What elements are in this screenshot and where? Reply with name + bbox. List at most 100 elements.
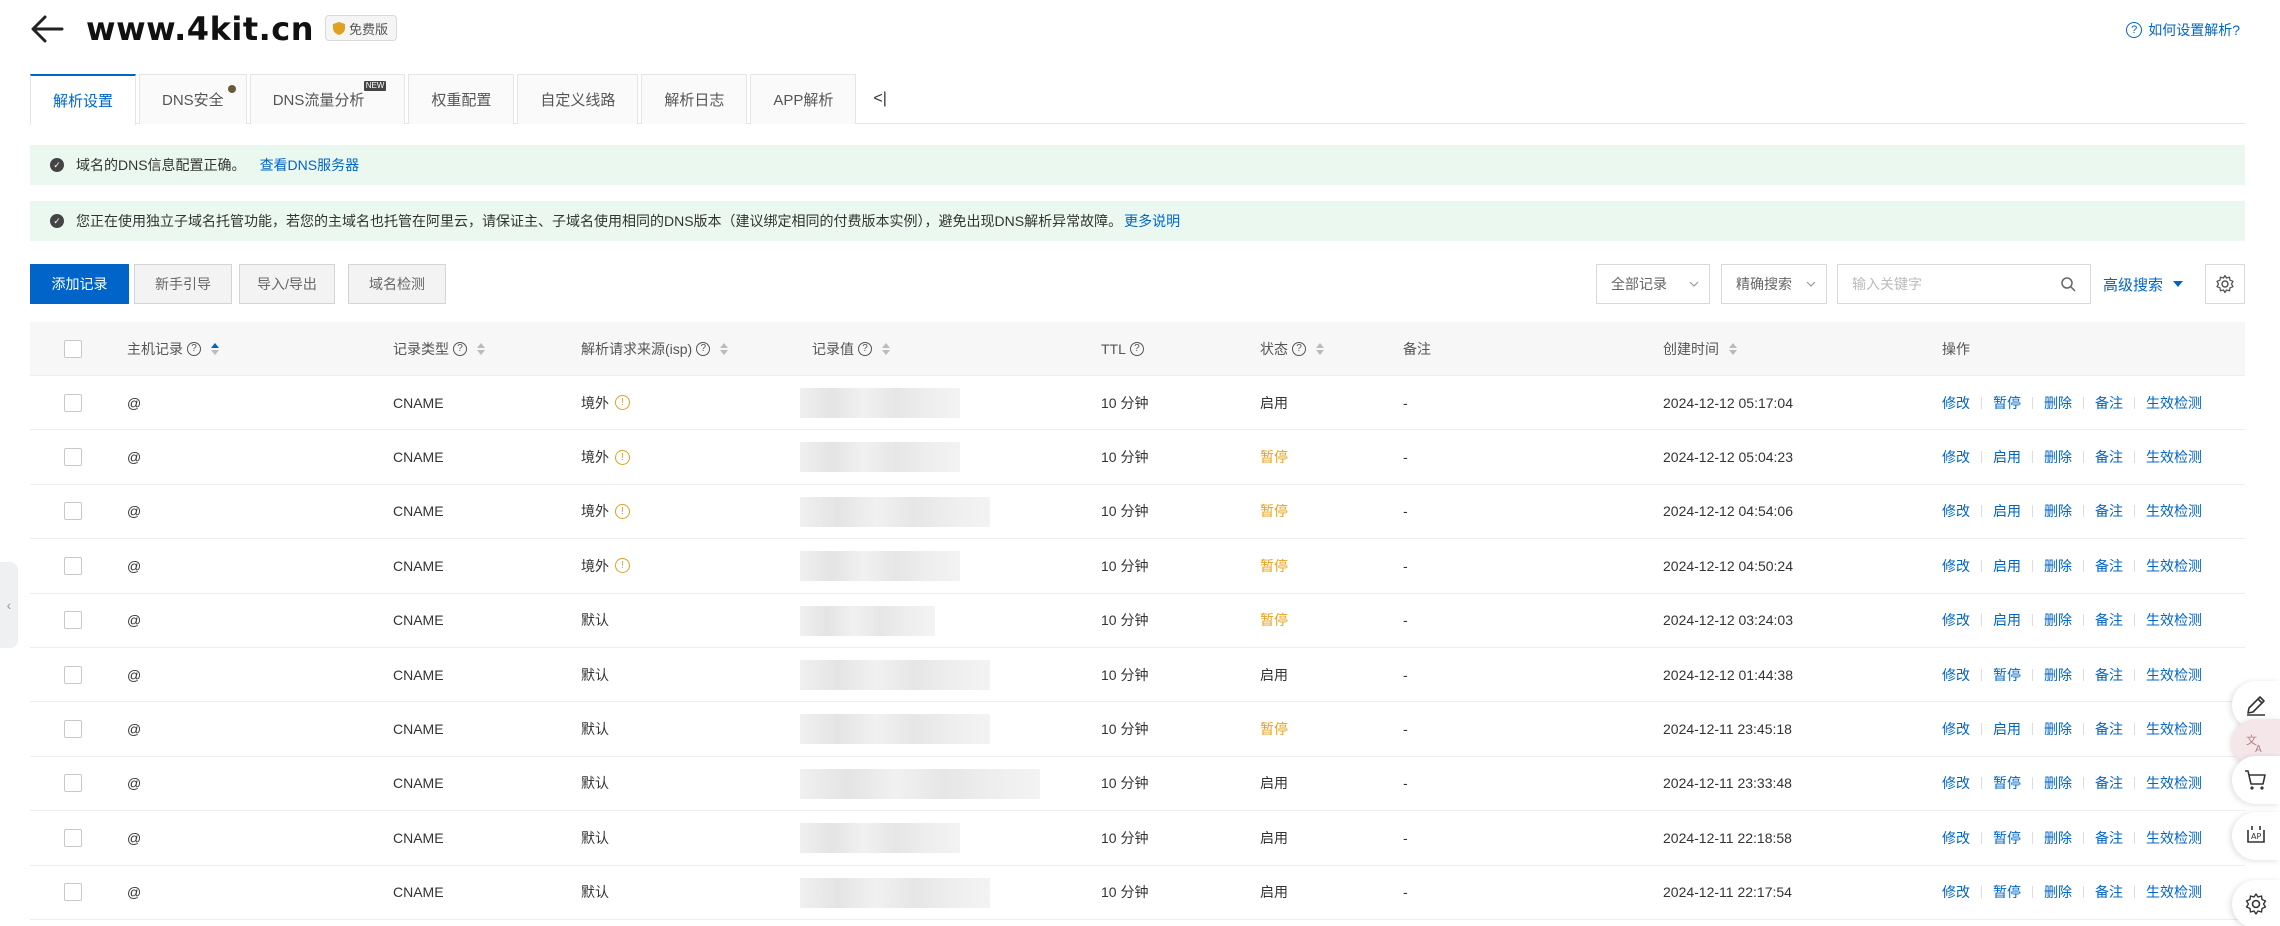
sort-icon[interactable] xyxy=(882,342,890,355)
toggle-status-link[interactable]: 启用 xyxy=(1993,719,2021,739)
remark-link[interactable]: 备注 xyxy=(2095,610,2123,630)
cart-button[interactable] xyxy=(2232,756,2280,804)
verify-link[interactable]: 生效检测 xyxy=(2146,719,2202,739)
toggle-status-link[interactable]: 暂停 xyxy=(1993,828,2021,848)
tab-dns-settings[interactable]: 解析设置 xyxy=(30,74,137,125)
search-mode-select[interactable]: 精确搜索 xyxy=(1721,264,1827,304)
verify-link[interactable]: 生效检测 xyxy=(2146,665,2202,685)
delete-link[interactable]: 删除 xyxy=(2044,719,2072,739)
search-input[interactable] xyxy=(1838,265,2038,303)
sort-icon[interactable] xyxy=(720,342,729,355)
remark-link[interactable]: 备注 xyxy=(2095,719,2123,739)
toggle-status-link[interactable]: 暂停 xyxy=(1993,773,2021,793)
verify-link[interactable]: 生效检测 xyxy=(2146,501,2202,521)
verify-link[interactable]: 生效检测 xyxy=(2146,447,2202,467)
record-filter-select[interactable]: 全部记录 xyxy=(1596,264,1710,304)
verify-link[interactable]: 生效检测 xyxy=(2146,393,2202,413)
edit-link[interactable]: 修改 xyxy=(1942,447,1970,467)
help-link[interactable]: ? 如何设置解析? xyxy=(2126,20,2240,40)
warning-icon[interactable]: ! xyxy=(615,503,630,519)
row-checkbox[interactable] xyxy=(64,502,82,521)
edit-link[interactable]: 修改 xyxy=(1942,393,1970,413)
sort-icon[interactable] xyxy=(211,342,219,355)
warning-icon[interactable]: ! xyxy=(615,449,630,465)
row-checkbox[interactable] xyxy=(64,611,82,630)
ai-assistant-button[interactable]: AP xyxy=(2232,812,2280,860)
search-icon[interactable] xyxy=(2060,276,2076,292)
edit-link[interactable]: 修改 xyxy=(1942,828,1970,848)
row-checkbox[interactable] xyxy=(64,828,82,847)
row-checkbox[interactable] xyxy=(64,448,82,467)
guide-button[interactable]: 新手引导 xyxy=(134,264,232,304)
left-panel-handle[interactable]: ‹ xyxy=(0,562,18,648)
edit-link[interactable]: 修改 xyxy=(1942,719,1970,739)
edit-link[interactable]: 修改 xyxy=(1942,882,1970,902)
tab-dns-security[interactable]: DNS安全 xyxy=(139,74,247,124)
toggle-status-link[interactable]: 启用 xyxy=(1993,447,2021,467)
delete-link[interactable]: 删除 xyxy=(2044,882,2072,902)
verify-link[interactable]: 生效检测 xyxy=(2146,773,2202,793)
verify-link[interactable]: 生效检测 xyxy=(2146,828,2202,848)
remark-link[interactable]: 备注 xyxy=(2095,665,2123,685)
edit-link[interactable]: 修改 xyxy=(1942,556,1970,576)
edit-link[interactable]: 修改 xyxy=(1942,773,1970,793)
col-isp[interactable]: 解析请求来源(isp)? xyxy=(581,322,729,375)
toggle-status-link[interactable]: 启用 xyxy=(1993,501,2021,521)
sort-icon[interactable] xyxy=(1729,342,1737,355)
toggle-status-link[interactable]: 暂停 xyxy=(1993,882,2021,902)
edit-link[interactable]: 修改 xyxy=(1942,610,1970,630)
toggle-status-link[interactable]: 暂停 xyxy=(1993,393,2021,413)
table-settings-button[interactable] xyxy=(2205,264,2245,304)
delete-link[interactable]: 删除 xyxy=(2044,773,2072,793)
verify-link[interactable]: 生效检测 xyxy=(2146,610,2202,630)
delete-link[interactable]: 删除 xyxy=(2044,501,2072,521)
edit-link[interactable]: 修改 xyxy=(1942,501,1970,521)
row-checkbox[interactable] xyxy=(64,393,82,412)
toggle-status-link[interactable]: 启用 xyxy=(1993,556,2021,576)
delete-link[interactable]: 删除 xyxy=(2044,556,2072,576)
settings-float-button[interactable] xyxy=(2232,880,2280,926)
remark-link[interactable]: 备注 xyxy=(2095,393,2123,413)
back-arrow-icon[interactable] xyxy=(30,14,64,44)
verify-link[interactable]: 生效检测 xyxy=(2146,556,2202,576)
sort-icon[interactable] xyxy=(477,342,485,355)
remark-link[interactable]: 备注 xyxy=(2095,556,2123,576)
col-host[interactable]: 主机记录? xyxy=(127,322,219,375)
row-checkbox[interactable] xyxy=(64,720,82,739)
row-checkbox[interactable] xyxy=(64,883,82,902)
warning-icon[interactable]: ! xyxy=(615,395,630,411)
advanced-search-button[interactable]: 高级搜索 xyxy=(2103,264,2184,304)
col-created[interactable]: 创建时间 xyxy=(1663,322,1737,375)
delete-link[interactable]: 删除 xyxy=(2044,447,2072,467)
domain-check-button[interactable]: 域名检测 xyxy=(348,264,446,304)
tab-dns-logs[interactable]: 解析日志 xyxy=(641,74,748,124)
row-checkbox[interactable] xyxy=(64,556,82,575)
tab-weight-config[interactable]: 权重配置 xyxy=(408,74,515,124)
tab-dns-traffic[interactable]: DNS流量分析 NEW xyxy=(249,74,406,124)
tab-app-dns[interactable]: APP解析 xyxy=(750,74,857,124)
toggle-status-link[interactable]: 启用 xyxy=(1993,610,2021,630)
remark-link[interactable]: 备注 xyxy=(2095,828,2123,848)
remark-link[interactable]: 备注 xyxy=(2095,447,2123,467)
row-checkbox[interactable] xyxy=(64,774,82,793)
delete-link[interactable]: 删除 xyxy=(2044,665,2072,685)
col-type[interactable]: 记录类型? xyxy=(393,322,485,375)
select-all-checkbox[interactable] xyxy=(64,339,82,358)
col-status[interactable]: 状态? xyxy=(1260,322,1324,375)
view-dns-servers-link[interactable]: 查看DNS服务器 xyxy=(260,155,360,175)
col-value[interactable]: 记录值? xyxy=(812,322,890,375)
add-record-button[interactable]: 添加记录 xyxy=(30,264,129,304)
toggle-status-link[interactable]: 暂停 xyxy=(1993,665,2021,685)
edit-link[interactable]: 修改 xyxy=(1942,665,1970,685)
delete-link[interactable]: 删除 xyxy=(2044,828,2072,848)
delete-link[interactable]: 删除 xyxy=(2044,393,2072,413)
import-export-button[interactable]: 导入/导出 xyxy=(239,264,335,304)
delete-link[interactable]: 删除 xyxy=(2044,610,2072,630)
tab-custom-line[interactable]: 自定义线路 xyxy=(517,74,639,124)
warning-icon[interactable]: ! xyxy=(615,558,630,574)
remark-link[interactable]: 备注 xyxy=(2095,882,2123,902)
sort-icon[interactable] xyxy=(1316,342,1324,355)
remark-link[interactable]: 备注 xyxy=(2095,773,2123,793)
tab-collapse-button[interactable]: <| xyxy=(859,74,901,123)
remark-link[interactable]: 备注 xyxy=(2095,501,2123,521)
